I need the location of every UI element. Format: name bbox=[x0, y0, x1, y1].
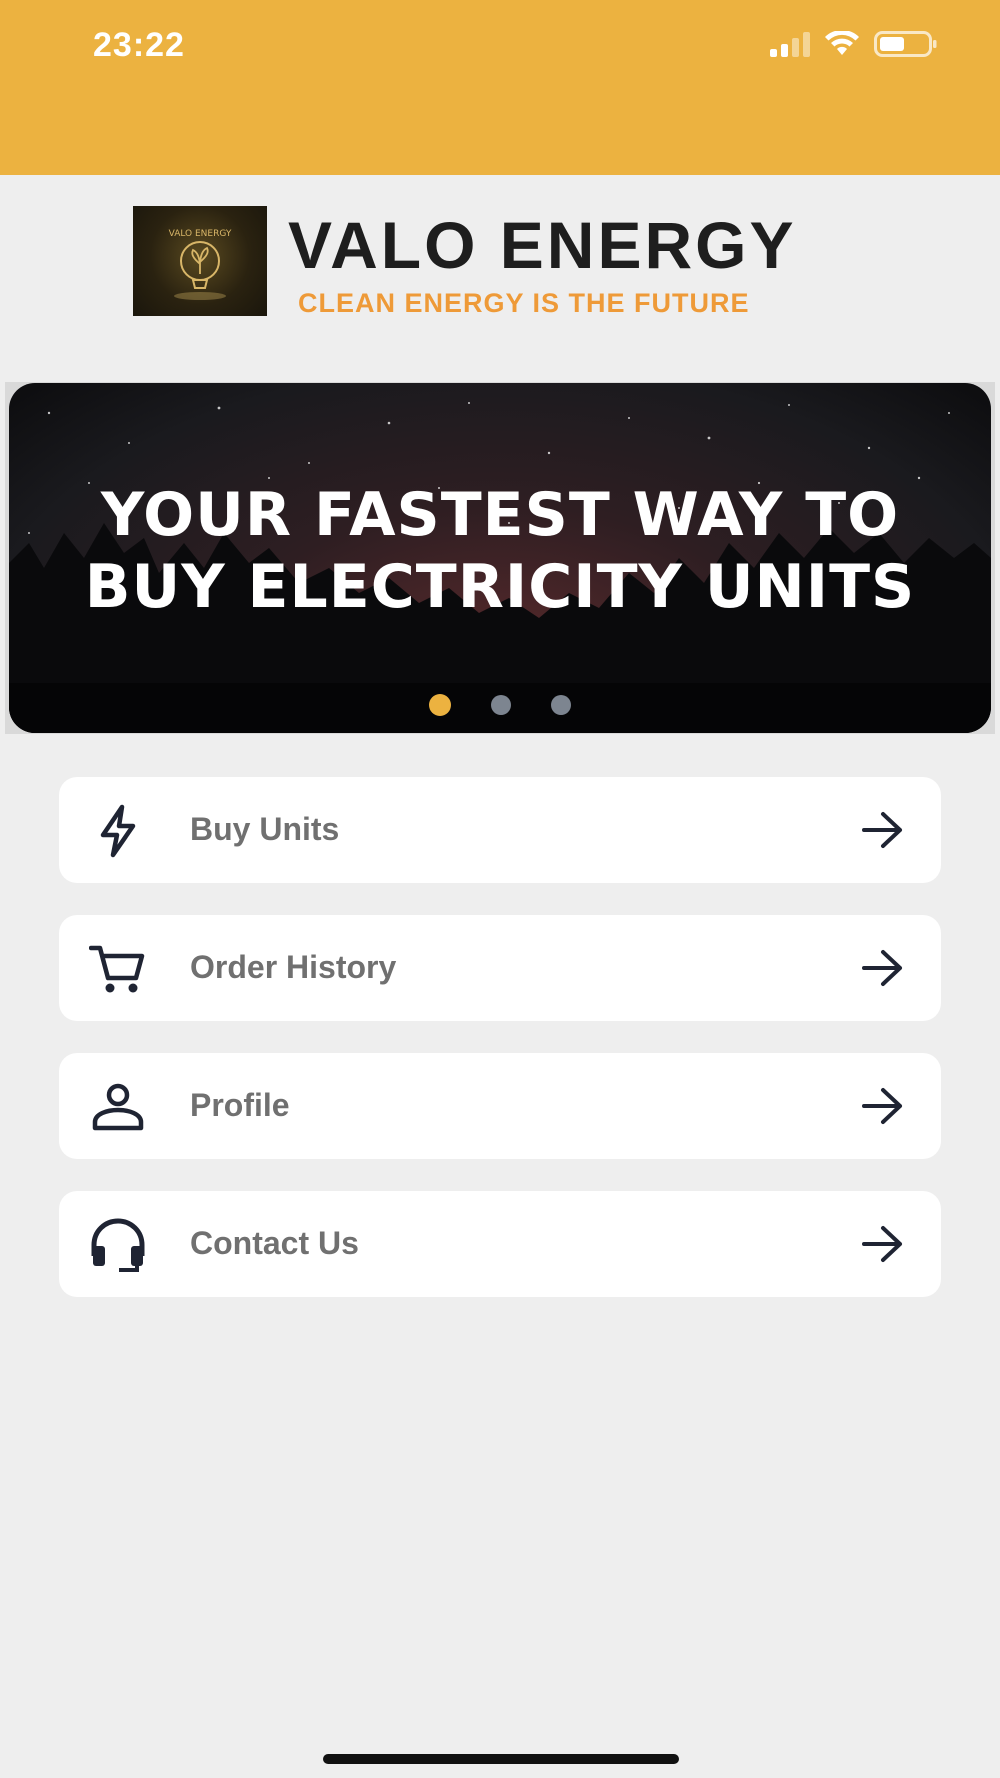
promo-banner[interactable]: YOUR FASTEST WAY TO BUY ELECTRICITY UNIT… bbox=[9, 383, 991, 733]
menu-item-label: Contact Us bbox=[190, 1225, 359, 1261]
headset-icon bbox=[91, 1218, 145, 1272]
menu-item-contact-us[interactable]: Contact Us bbox=[59, 1191, 941, 1297]
status-icons bbox=[770, 30, 938, 58]
brand-name: VALO ENERGY bbox=[288, 208, 797, 282]
carousel-dot-2[interactable] bbox=[491, 695, 511, 715]
arrow-right-icon bbox=[862, 950, 902, 986]
carousel-indicator bbox=[9, 694, 991, 716]
banner-headline-line1: YOUR FASTEST WAY TO bbox=[100, 480, 900, 550]
menu-item-label: Profile bbox=[190, 1087, 290, 1123]
carousel-dot-3[interactable] bbox=[551, 695, 571, 715]
cellular-signal-icon bbox=[770, 31, 810, 57]
lightbulb-logo-icon: VALO ENERGY bbox=[133, 206, 267, 316]
person-icon bbox=[92, 1083, 144, 1131]
logo-mark-text: VALO ENERGY bbox=[169, 229, 232, 239]
carousel-dot-1[interactable] bbox=[429, 694, 451, 716]
arrow-right-icon bbox=[862, 1088, 902, 1124]
wifi-icon bbox=[825, 31, 859, 55]
menu-item-profile[interactable]: Profile bbox=[59, 1053, 941, 1159]
banner-headline-line2: BUY ELECTRICITY UNITS bbox=[84, 552, 916, 622]
brand-logo: VALO ENERGY VALO ENERGY CLEAN ENERGY IS … bbox=[133, 206, 878, 318]
lightning-bolt-icon bbox=[100, 804, 136, 858]
app-header: 23:22 bbox=[0, 0, 1000, 175]
status-time: 23:22 bbox=[93, 26, 185, 64]
shopping-cart-icon bbox=[89, 945, 145, 993]
menu-item-buy-units[interactable]: Buy Units bbox=[59, 777, 941, 883]
menu-item-label: Buy Units bbox=[190, 811, 340, 847]
home-indicator[interactable] bbox=[323, 1754, 679, 1764]
menu-item-label: Order History bbox=[190, 949, 397, 985]
banner-headline: YOUR FASTEST WAY TO BUY ELECTRICITY UNIT… bbox=[9, 479, 991, 623]
arrow-right-icon bbox=[862, 812, 902, 848]
brand-tagline: CLEAN ENERGY IS THE FUTURE bbox=[298, 288, 750, 318]
arrow-right-icon bbox=[862, 1226, 902, 1262]
battery-icon bbox=[874, 31, 937, 57]
menu-item-order-history[interactable]: Order History bbox=[59, 915, 941, 1021]
